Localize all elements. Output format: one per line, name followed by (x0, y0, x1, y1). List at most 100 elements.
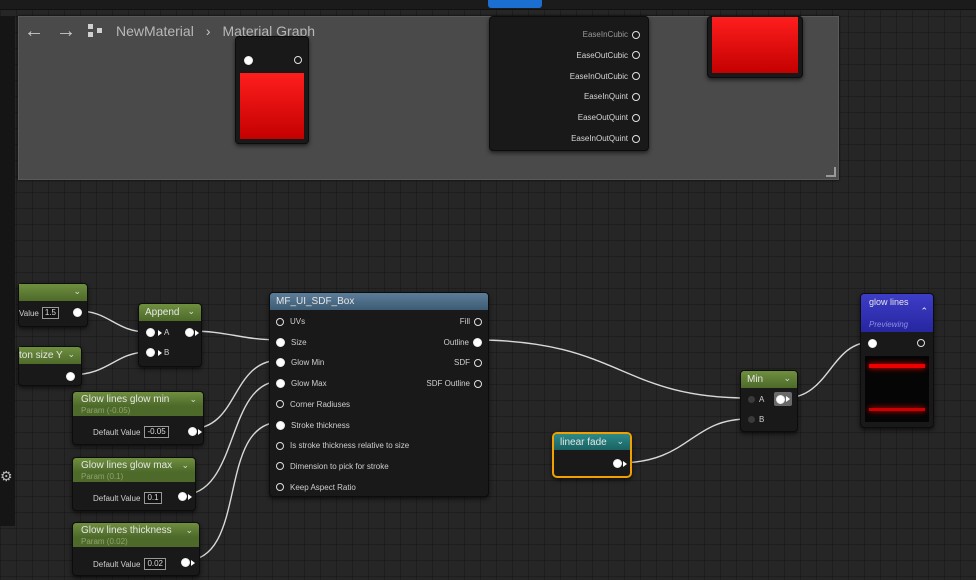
chevron-down-icon[interactable]: ⌄ (185, 525, 193, 536)
gear-icon[interactable]: ⚙ (0, 468, 13, 485)
sdf-box-node[interactable]: MF_UI_SDF_Box UVs Size Glow Min Glow Max Cor… (269, 292, 489, 497)
node-header: ton size Y ⌄ (19, 347, 81, 364)
pin-a[interactable]: A (748, 395, 764, 404)
wire-min-to-glowlines (784, 341, 873, 399)
sdf-input-pin[interactable]: Corner Radiuses (276, 400, 350, 409)
output-pin[interactable] (632, 92, 640, 101)
sdf-input-pin[interactable]: Glow Min (276, 358, 324, 368)
chevron-down-icon[interactable]: ⌄ (67, 349, 75, 360)
easing-node[interactable]: EaseInCubic EaseOutCubic EaseInOutCubic Eas… (489, 16, 649, 151)
chevron-down-icon[interactable]: ⌄ (187, 306, 195, 317)
pin-a[interactable]: A (146, 328, 169, 337)
node-title: Min (747, 374, 764, 385)
output-pin[interactable] (188, 427, 202, 436)
output-pin[interactable] (66, 372, 75, 381)
output-pin[interactable] (632, 134, 640, 143)
ease-output-row[interactable]: EaseOutQuint (578, 113, 640, 122)
chevron-down-icon[interactable]: ⌄ (783, 373, 791, 384)
node-subtitle: Previewing (869, 320, 909, 329)
default-value-label: Default Value (93, 559, 141, 569)
chevron-down-icon[interactable]: ⌄ (73, 286, 81, 297)
pin-b[interactable]: B (748, 415, 764, 424)
output-pin[interactable] (632, 30, 640, 39)
chevron-down-icon[interactable]: ⌄ (616, 436, 624, 447)
linear-fade-node[interactable]: linear fade ⌄ (552, 432, 632, 478)
node-header: ⌄ (19, 284, 87, 301)
output-pin[interactable] (178, 492, 192, 501)
chevron-up-icon[interactable]: ⌃ (920, 306, 928, 317)
input-pin[interactable] (868, 339, 877, 348)
back-arrow-icon[interactable]: ← (24, 21, 44, 41)
node-subtitle: Param (0.02) (73, 537, 199, 547)
output-pin[interactable] (294, 56, 302, 64)
ease-output-row[interactable]: EaseInOutQuint (571, 134, 640, 143)
sdf-input-pin[interactable]: Is stroke thickness relative to size (276, 441, 409, 450)
toolbar-active-button[interactable] (488, 0, 542, 8)
ease-output-row[interactable]: EaseInOutCubic (570, 72, 640, 81)
default-value-field[interactable]: 0.02 (144, 558, 167, 570)
pin-label: Glow Max (291, 379, 327, 389)
sdf-output-pin[interactable]: Outline (443, 337, 482, 347)
wire-append-to-size (188, 330, 282, 341)
node-title: ton size Y (19, 350, 63, 361)
node-title: glow lines (869, 297, 909, 307)
min-node[interactable]: Min ⌄ A B (740, 370, 798, 432)
sdf-input-pin[interactable]: Glow Max (276, 379, 327, 389)
sdf-input-pin[interactable]: Dimension to pick for stroke (276, 462, 389, 471)
glow-min-node[interactable]: Glow lines glow min ⌄ Param (-0.05) Defa… (72, 391, 204, 445)
sdf-output-pin[interactable]: Fill (460, 317, 482, 326)
output-pin[interactable] (73, 308, 82, 317)
sdf-input-pin[interactable]: Stroke thickness (276, 420, 350, 430)
sdf-input-pin[interactable]: Keep Aspect Ratio (276, 483, 356, 492)
pin-label: Fill (459, 317, 470, 326)
output-pin[interactable] (185, 328, 199, 337)
node-title: MF_UI_SDF_Box (276, 296, 355, 307)
wire-outline-to-min-a (474, 339, 749, 399)
param-y-node[interactable]: ton size Y ⌄ (18, 346, 82, 386)
node-header: Glow lines thickness ⌄ (73, 523, 199, 537)
ease-output-row[interactable]: EaseInCubic (583, 30, 640, 39)
value-field[interactable]: 1.5 (41, 307, 59, 319)
breadcrumb-asset[interactable]: NewMaterial (116, 23, 194, 39)
resize-grip-icon[interactable] (826, 167, 836, 177)
pin-b[interactable]: B (146, 348, 169, 357)
chevron-down-icon[interactable]: ⌄ (181, 460, 189, 471)
sdf-output-pin[interactable]: SDF (454, 358, 482, 367)
input-pin[interactable] (244, 56, 253, 65)
preview-node-top-left[interactable] (235, 36, 309, 144)
preview-swatch (240, 73, 304, 139)
append-node[interactable]: Append ⌄ A B (138, 303, 202, 367)
node-header: glow lines Previewing ⌃ (861, 294, 933, 332)
output-pin[interactable] (917, 339, 925, 347)
output-pin[interactable] (632, 113, 640, 122)
preview-swatch (712, 17, 798, 73)
forward-arrow-icon[interactable]: → (56, 21, 76, 41)
ease-output-row[interactable]: EaseInQuint (584, 92, 640, 101)
glow-lines-node[interactable]: glow lines Previewing ⌃ (860, 293, 934, 428)
glow-thickness-node[interactable]: Glow lines thickness ⌄ Param (0.02) Defa… (72, 522, 200, 576)
output-pin[interactable] (774, 392, 792, 406)
node-header: linear fade ⌄ (554, 434, 630, 450)
value-label: Value (19, 308, 39, 318)
chevron-down-icon[interactable]: ⌄ (189, 394, 197, 405)
node-header: Min ⌄ (741, 371, 797, 388)
sdf-input-pin[interactable]: UVs (276, 317, 305, 326)
node-title: Append (145, 307, 180, 318)
glow-max-node[interactable]: Glow lines glow max ⌄ Param (0.1) Defaul… (72, 457, 196, 511)
value-node[interactable]: ⌄ Value 1.5 (18, 283, 88, 327)
pin-label: SDF Outline (426, 379, 470, 389)
ease-output-row[interactable]: EaseOutCubic (576, 51, 640, 60)
output-pin[interactable] (632, 51, 640, 60)
pin-label: B (164, 348, 170, 357)
default-value-field[interactable]: 0.1 (144, 492, 162, 504)
output-pin[interactable] (613, 459, 627, 468)
sdf-input-pin[interactable]: Size (276, 337, 307, 347)
preview-node-top-right[interactable] (707, 16, 803, 78)
ease-output-label: EaseOutCubic (576, 50, 628, 60)
pin-label: Outline (443, 337, 469, 347)
output-pin[interactable] (632, 72, 640, 81)
sdf-output-pin[interactable]: SDF Outline (426, 379, 482, 388)
default-value-field[interactable]: -0.05 (144, 426, 169, 438)
output-pin[interactable] (181, 558, 195, 567)
pin-label: A (759, 395, 765, 404)
